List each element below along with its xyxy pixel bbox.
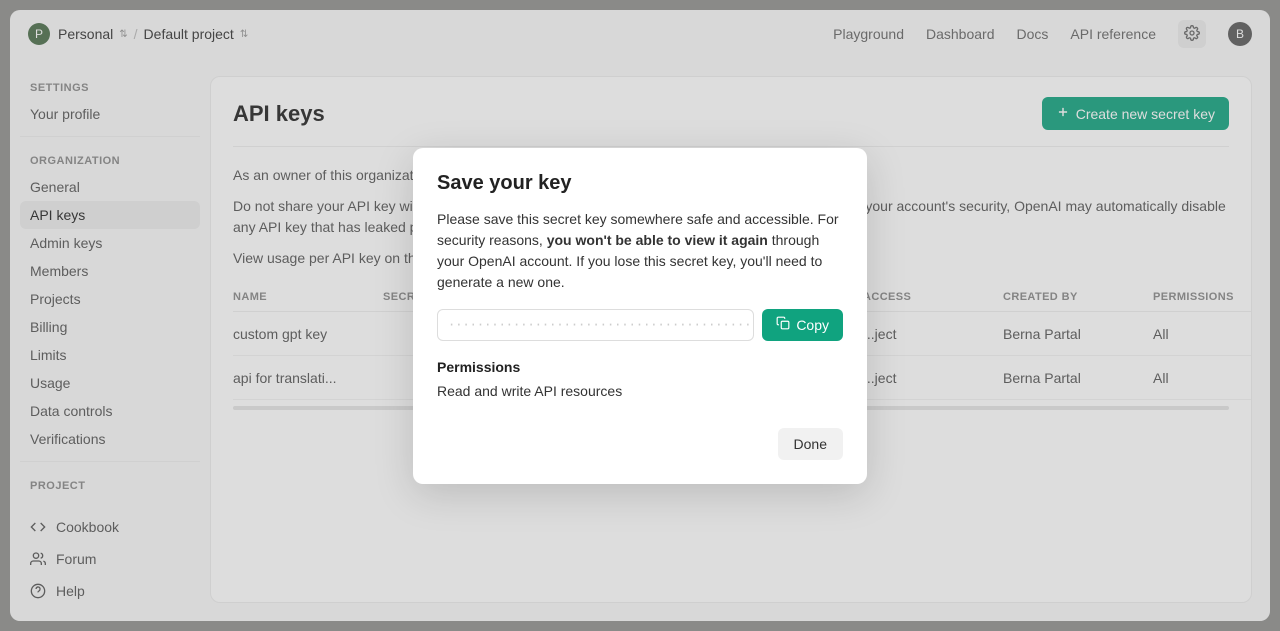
copy-icon (776, 316, 790, 333)
modal-description: Please save this secret key somewhere sa… (437, 209, 843, 293)
secret-key-field[interactable]: ········································… (437, 309, 754, 341)
permissions-value: Read and write API resources (437, 381, 843, 402)
copy-button[interactable]: Copy (762, 309, 843, 341)
button-label: Copy (796, 317, 829, 333)
permissions-label: Permissions (437, 359, 843, 375)
modal-title: Save your key (437, 172, 843, 195)
done-button[interactable]: Done (778, 428, 843, 460)
modal-overlay: Save your key Please save this secret ke… (10, 10, 1270, 621)
save-key-modal: Save your key Please save this secret ke… (413, 148, 867, 484)
